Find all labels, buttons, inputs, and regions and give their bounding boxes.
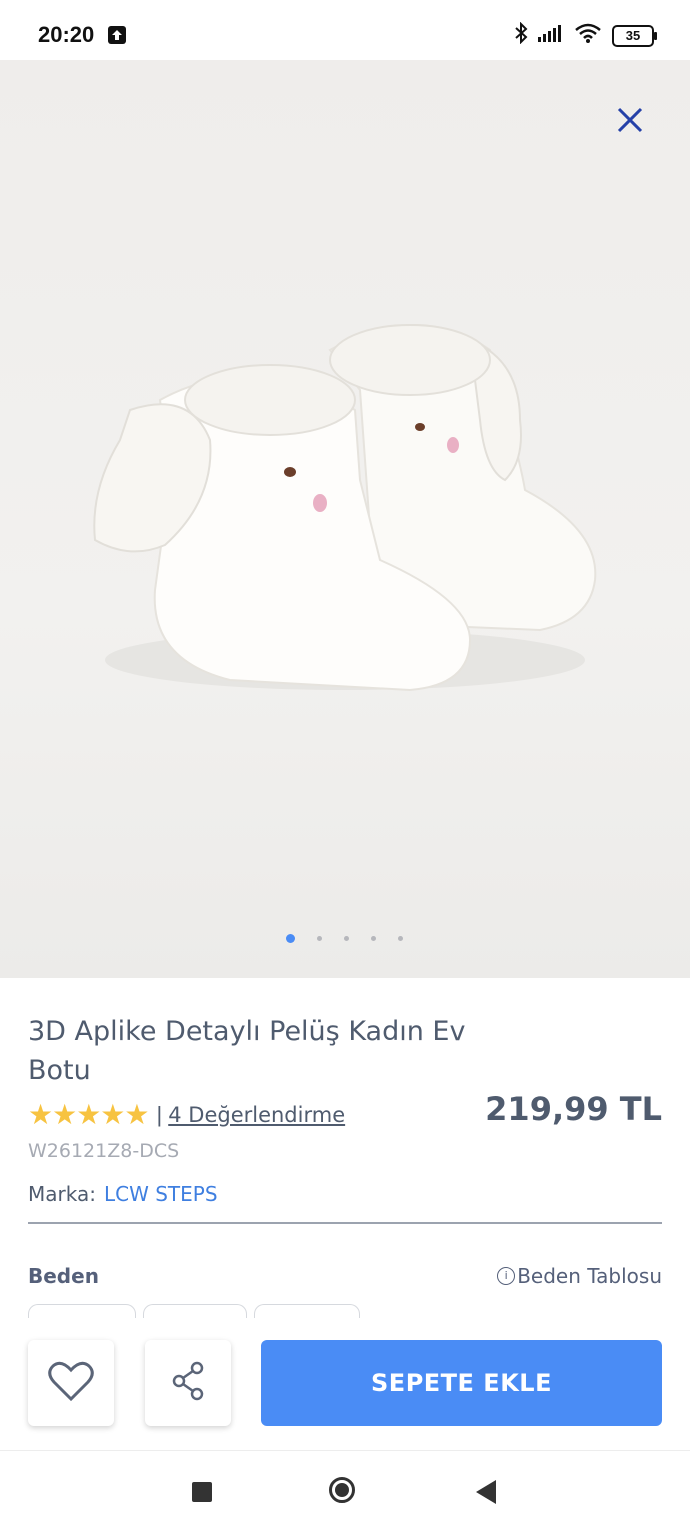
gallery-pagination [286,934,403,943]
pagination-dot[interactable] [398,936,403,941]
size-label: Beden [28,1264,99,1288]
back-button[interactable] [476,1480,496,1504]
rating-separator: | [156,1101,163,1127]
size-option[interactable] [143,1304,247,1319]
status-time: 20:20 [38,22,95,47]
star-rating: ★★★★★ [28,1099,150,1130]
product-info: 3D Aplike Detaylı Pelüş Kadın Ev Botu ★★… [28,1012,662,1319]
signal-icon [538,24,564,47]
heart-icon [48,1360,94,1407]
wifi-icon [574,23,602,48]
pagination-dot[interactable] [317,936,322,941]
battery-icon: 35 [612,24,657,47]
system-nav-bar [0,1450,690,1534]
action-bar: SEPETE EKLE [0,1318,690,1446]
pagination-dot[interactable] [371,936,376,941]
status-icons: 35 [514,21,657,49]
size-option[interactable] [28,1304,136,1319]
favorite-button[interactable] [28,1340,114,1426]
product-sku: W26121Z8-DCS [28,1140,180,1162]
info-icon: i [497,1267,516,1285]
close-icon[interactable] [616,106,644,134]
product-photo [93,324,597,692]
rating-row: ★★★★★ | 4 Değerlendirme [28,1098,345,1131]
upload-notification-icon [108,26,126,44]
brand-label: Marka: [28,1182,96,1206]
brand-row: Marka: LCW STEPS [28,1182,218,1206]
size-table-label: Beden Tablosu [517,1264,662,1288]
recents-button[interactable] [192,1482,212,1502]
brand-link[interactable]: LCW STEPS [104,1182,218,1206]
bluetooth-icon [514,21,528,49]
add-to-cart-button[interactable]: SEPETE EKLE [261,1340,662,1426]
pagination-dot-active[interactable] [286,934,295,943]
size-table-link[interactable]: i Beden Tablosu [497,1264,662,1288]
product-price: 219,99 TL [485,1090,662,1128]
product-title: 3D Aplike Detaylı Pelüş Kadın Ev Botu [28,1016,466,1086]
divider [28,1222,662,1224]
home-button[interactable] [329,1477,355,1503]
share-icon [171,1360,205,1407]
share-button[interactable] [145,1340,231,1426]
status-bar: 20:20 35 [0,0,690,60]
pagination-dot[interactable] [344,936,349,941]
product-image-gallery[interactable] [0,60,690,978]
size-option[interactable] [254,1304,360,1319]
reviews-link[interactable]: 4 Değerlendirme [168,1103,345,1127]
